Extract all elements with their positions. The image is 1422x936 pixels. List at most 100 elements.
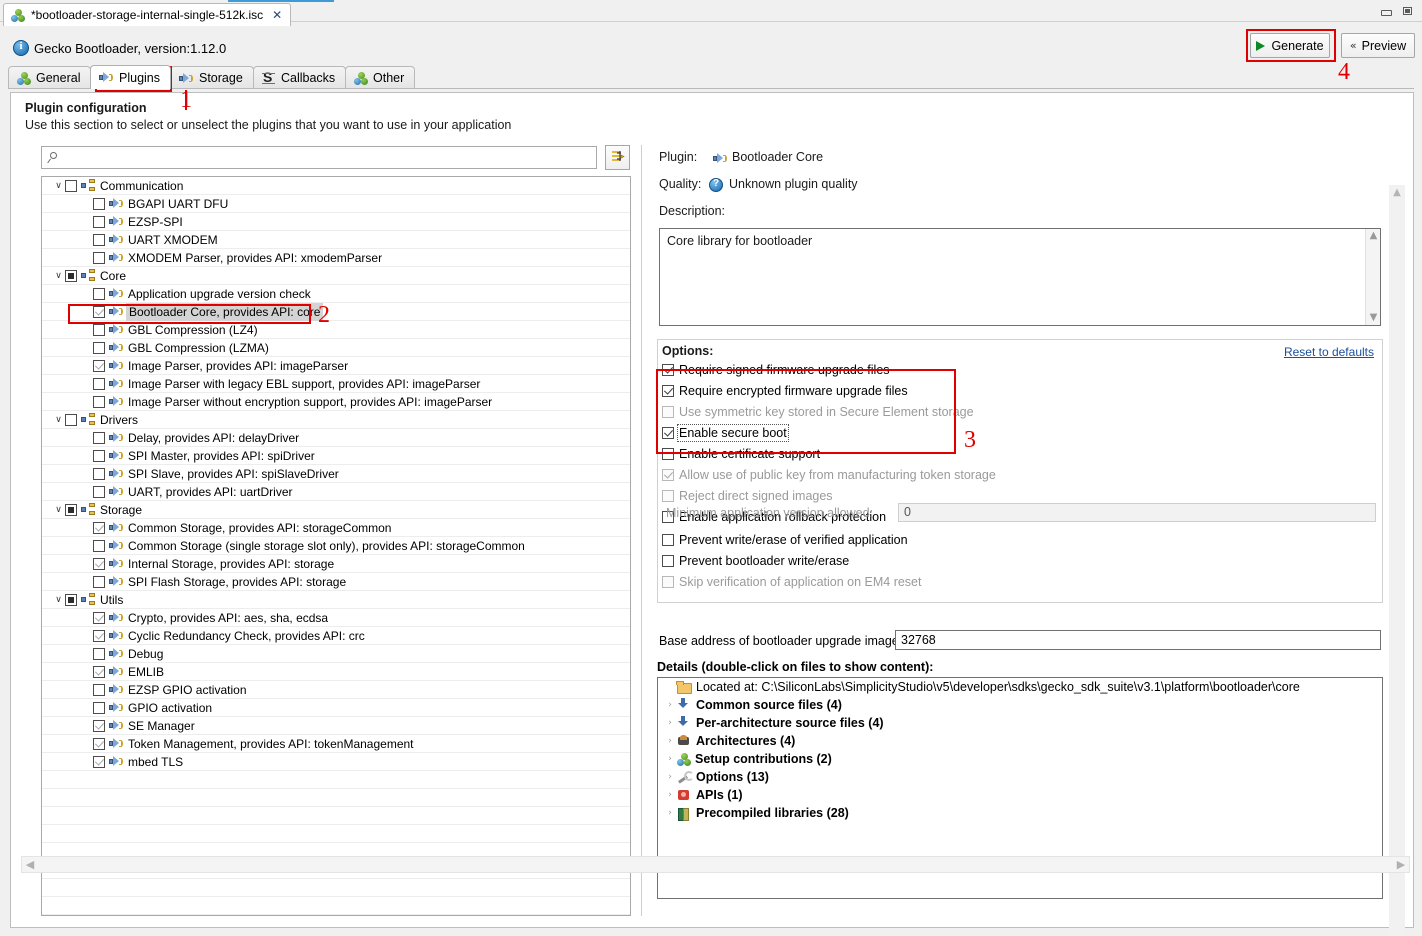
checkbox[interactable] bbox=[93, 558, 105, 570]
checkbox[interactable] bbox=[93, 738, 105, 750]
details-row[interactable]: Located at: C:\SiliconLabs\SimplicityStu… bbox=[658, 678, 1382, 696]
chevron-right-icon[interactable]: › bbox=[664, 696, 676, 714]
base-address-field[interactable]: 32768 bbox=[895, 630, 1381, 650]
checkbox[interactable] bbox=[93, 468, 105, 480]
checkbox[interactable] bbox=[93, 576, 105, 588]
tree-row[interactable]: Common Storage, provides API: storageCom… bbox=[42, 519, 630, 537]
tree-row[interactable]: Crypto, provides API: aes, sha, ecdsa bbox=[42, 609, 630, 627]
option-row[interactable]: Require signed firmware upgrade files bbox=[662, 361, 890, 378]
description-box[interactable]: Core library for bootloader ▲ ▼ bbox=[659, 228, 1381, 326]
details-row[interactable]: ›Precompiled libraries (28) bbox=[658, 804, 1382, 822]
details-row[interactable]: ›Setup contributions (2) bbox=[658, 750, 1382, 768]
tab-other[interactable]: Other bbox=[345, 66, 415, 89]
chevron-right-icon[interactable]: › bbox=[664, 714, 676, 732]
checkbox[interactable] bbox=[662, 427, 674, 439]
chevron-down-icon[interactable]: ∨ bbox=[52, 501, 65, 519]
scroll-left-icon[interactable]: ◀ bbox=[23, 857, 37, 872]
checkbox[interactable] bbox=[93, 684, 105, 696]
min-version-field[interactable]: 0 bbox=[898, 503, 1376, 522]
checkbox[interactable] bbox=[93, 396, 105, 408]
checkbox[interactable] bbox=[93, 342, 105, 354]
tree-row[interactable]: EMLIB bbox=[42, 663, 630, 681]
tree-row[interactable]: SPI Slave, provides API: spiSlaveDriver bbox=[42, 465, 630, 483]
tree-row[interactable]: ∨Storage bbox=[42, 501, 630, 519]
tree-row[interactable]: Internal Storage, provides API: storage bbox=[42, 555, 630, 573]
checkbox[interactable] bbox=[93, 720, 105, 732]
tree-row[interactable]: ∨Core bbox=[42, 267, 630, 285]
tab-plugins[interactable]: Plugins bbox=[90, 65, 171, 89]
scroll-up-icon[interactable]: ▲ bbox=[1366, 229, 1381, 243]
checkbox[interactable] bbox=[662, 555, 674, 567]
generate-button[interactable]: Generate bbox=[1250, 33, 1330, 58]
option-row[interactable]: Require encrypted firmware upgrade files bbox=[662, 382, 908, 399]
checkbox[interactable] bbox=[93, 702, 105, 714]
checkbox[interactable] bbox=[65, 270, 77, 282]
option-row[interactable]: Enable certificate support bbox=[662, 445, 820, 462]
tree-row[interactable]: BGAPI UART DFU bbox=[42, 195, 630, 213]
tree-row[interactable]: Cyclic Redundancy Check, provides API: c… bbox=[42, 627, 630, 645]
option-row[interactable]: Prevent bootloader write/erase bbox=[662, 552, 849, 569]
tree-row[interactable]: Image Parser without encryption support,… bbox=[42, 393, 630, 411]
tree-row[interactable]: Image Parser, provides API: imageParser bbox=[42, 357, 630, 375]
checkbox[interactable] bbox=[93, 306, 105, 318]
checkbox[interactable] bbox=[93, 522, 105, 534]
tab-storage[interactable]: Storage bbox=[170, 66, 254, 89]
tree-row[interactable]: ∨Drivers bbox=[42, 411, 630, 429]
tree-row[interactable]: SPI Master, provides API: spiDriver bbox=[42, 447, 630, 465]
checkbox[interactable] bbox=[93, 486, 105, 498]
checkbox[interactable] bbox=[93, 756, 105, 768]
tree-row[interactable]: ∨Communication bbox=[42, 177, 630, 195]
checkbox[interactable] bbox=[662, 534, 674, 546]
details-row[interactable]: ›Architectures (4) bbox=[658, 732, 1382, 750]
checkbox[interactable] bbox=[93, 612, 105, 624]
preview-button[interactable]: « Preview bbox=[1341, 33, 1415, 58]
checkbox[interactable] bbox=[93, 378, 105, 390]
checkbox[interactable] bbox=[65, 180, 77, 192]
tab-general[interactable]: General bbox=[8, 66, 91, 89]
description-scrollbar[interactable]: ▲ ▼ bbox=[1365, 229, 1380, 325]
details-row[interactable]: ›Per-architecture source files (4) bbox=[658, 714, 1382, 732]
chevron-right-icon[interactable]: › bbox=[664, 786, 676, 804]
scroll-right-icon[interactable]: ▶ bbox=[1394, 857, 1408, 872]
checkbox[interactable] bbox=[93, 324, 105, 336]
checkbox[interactable] bbox=[662, 385, 674, 397]
chevron-right-icon[interactable]: › bbox=[664, 750, 676, 768]
checkbox[interactable] bbox=[93, 234, 105, 246]
checkbox[interactable] bbox=[93, 648, 105, 660]
checkbox[interactable] bbox=[662, 364, 674, 376]
tree-row[interactable]: EZSP-SPI bbox=[42, 213, 630, 231]
collapse-all-button[interactable] bbox=[605, 145, 630, 170]
chevron-down-icon[interactable]: ∨ bbox=[52, 177, 65, 195]
chevron-down-icon[interactable]: ∨ bbox=[52, 411, 65, 429]
tree-row[interactable]: EZSP GPIO activation bbox=[42, 681, 630, 699]
tree-row[interactable]: GBL Compression (LZMA) bbox=[42, 339, 630, 357]
checkbox[interactable] bbox=[65, 414, 77, 426]
checkbox[interactable] bbox=[93, 540, 105, 552]
panel-vertical-scrollbar[interactable]: ▲ ▼ bbox=[1389, 185, 1405, 936]
search-box[interactable] bbox=[41, 146, 597, 169]
tree-row[interactable]: Bootloader Core, provides API: core bbox=[42, 303, 630, 321]
checkbox[interactable] bbox=[93, 360, 105, 372]
tab-callbacks[interactable]: Callbacks bbox=[253, 66, 346, 89]
checkbox[interactable] bbox=[93, 288, 105, 300]
details-row[interactable]: ›Common source files (4) bbox=[658, 696, 1382, 714]
option-row[interactable]: Enable secure boot bbox=[662, 424, 787, 441]
scroll-up-icon[interactable]: ▲ bbox=[1389, 185, 1405, 200]
checkbox[interactable] bbox=[93, 630, 105, 642]
checkbox[interactable] bbox=[65, 594, 77, 606]
tree-row[interactable]: mbed TLS bbox=[42, 753, 630, 771]
checkbox[interactable] bbox=[65, 504, 77, 516]
details-row[interactable]: ›Options (13) bbox=[658, 768, 1382, 786]
tree-row[interactable]: GPIO activation bbox=[42, 699, 630, 717]
chevron-down-icon[interactable]: ∨ bbox=[52, 591, 65, 609]
tree-row[interactable]: SPI Flash Storage, provides API: storage bbox=[42, 573, 630, 591]
checkbox[interactable] bbox=[93, 450, 105, 462]
checkbox[interactable] bbox=[93, 198, 105, 210]
plugin-tree[interactable]: ∨CommunicationBGAPI UART DFUEZSP-SPIUART… bbox=[41, 176, 631, 916]
reset-to-defaults-link[interactable]: Reset to defaults bbox=[1284, 345, 1374, 359]
checkbox[interactable] bbox=[93, 666, 105, 678]
tree-row[interactable]: Delay, provides API: delayDriver bbox=[42, 429, 630, 447]
tree-row[interactable]: SE Manager bbox=[42, 717, 630, 735]
close-icon[interactable]: ✕ bbox=[272, 9, 282, 21]
tree-row[interactable]: ∨Utils bbox=[42, 591, 630, 609]
